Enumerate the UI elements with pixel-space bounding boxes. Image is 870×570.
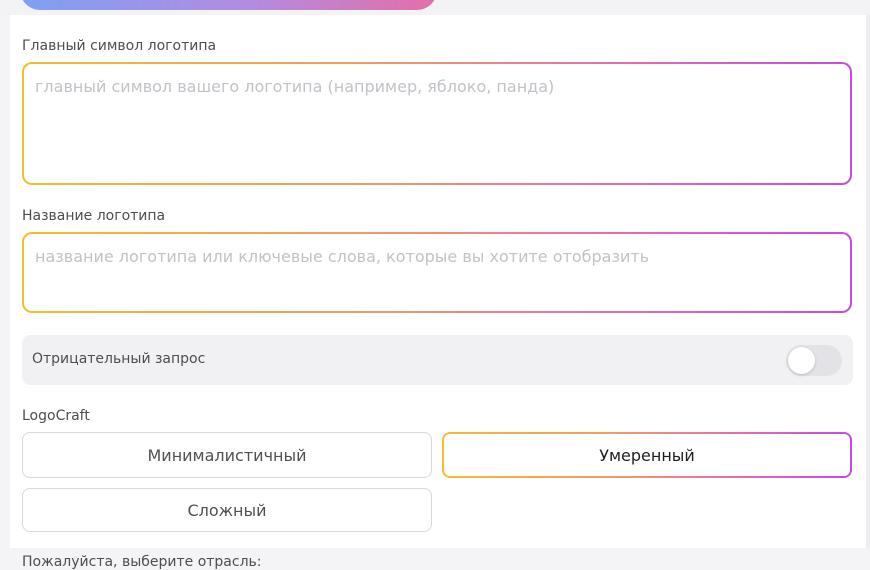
symbol-label: Главный символ логотипа xyxy=(22,38,217,54)
symbol-input-box xyxy=(22,62,852,185)
negative-prompt-toggle[interactable] xyxy=(786,345,842,376)
toggle-knob xyxy=(788,347,815,374)
style-group-label: LogoCraft xyxy=(22,408,90,424)
style-option-minimalist[interactable]: Минималистичный xyxy=(22,432,432,478)
logo-name-label: Название логотипа xyxy=(22,208,166,224)
panel-scroll-edge xyxy=(866,15,870,548)
style-option-moderate[interactable]: Умеренный xyxy=(442,432,852,478)
logo-name-input-box xyxy=(22,232,852,313)
negative-prompt-label: Отрицательный запрос xyxy=(32,351,206,367)
top-gradient-button[interactable] xyxy=(20,0,437,10)
logo-generator-form: Главный символ логотипа Название логотип… xyxy=(0,0,870,570)
negative-prompt-row: Отрицательный запрос xyxy=(22,335,853,385)
logo-name-input[interactable] xyxy=(24,234,850,311)
industry-label: Пожалуйста, выберите отрасль: xyxy=(22,554,262,570)
symbol-input[interactable] xyxy=(24,64,850,183)
style-option-complex[interactable]: Сложный xyxy=(22,488,432,532)
